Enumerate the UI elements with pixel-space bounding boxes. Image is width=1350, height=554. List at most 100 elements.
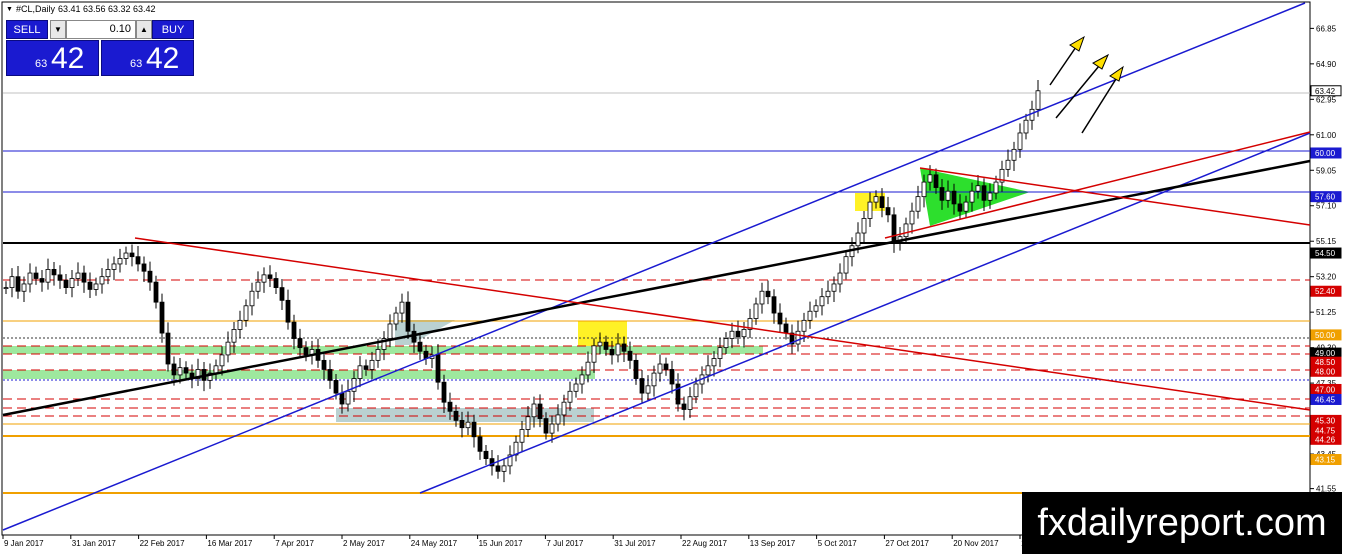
x-tick-label: 31 Jan 2017 (72, 539, 117, 548)
candle-body (627, 350, 633, 361)
candle-body (993, 181, 999, 194)
candle-body (225, 341, 231, 356)
candle-body (783, 323, 789, 334)
candle-body (213, 365, 219, 374)
candle-body (267, 274, 273, 279)
candle-body (273, 278, 279, 289)
sell-price-big: 42 (51, 42, 85, 75)
candle-body (69, 278, 75, 289)
price-tag: 48.00 (1310, 365, 1342, 377)
candle-body (891, 214, 897, 243)
ohlc-values: 63.41 63.56 63.32 63.42 (57, 4, 156, 14)
buy-button[interactable]: BUY (152, 20, 194, 39)
candle-body (687, 396, 693, 410)
x-tick-label: 2 May 2017 (343, 539, 385, 548)
candle-body (261, 274, 267, 283)
candle-body (879, 196, 885, 208)
candle-body (759, 290, 765, 305)
candle-body (909, 210, 915, 225)
candle-body (1035, 90, 1041, 110)
candle-body (153, 281, 159, 303)
candle-body (837, 272, 843, 285)
candle-body (843, 256, 849, 274)
sell-price-button[interactable]: 63 42 (6, 40, 99, 76)
candle-body (327, 369, 333, 381)
green-zone-2 (3, 370, 595, 379)
candle-body (915, 196, 921, 212)
candle-body (51, 269, 57, 276)
candle-body (777, 312, 783, 325)
candle-body (945, 190, 951, 201)
candle-body (39, 278, 45, 283)
y-tick-label: 55.15 (1316, 237, 1337, 246)
candle-body (585, 361, 591, 376)
candle-body (651, 372, 657, 387)
y-tick-label: 62.95 (1316, 95, 1337, 104)
candle-body (1017, 132, 1023, 150)
candle-body (495, 465, 501, 472)
candle-body (177, 367, 183, 376)
candle-body (387, 323, 393, 339)
candle-body (723, 338, 729, 349)
y-tick-label: 66.85 (1316, 24, 1337, 33)
candle-body (249, 290, 255, 307)
lot-size-input[interactable]: 0.10 (66, 20, 136, 39)
price-tag: 52.40 (1310, 285, 1342, 297)
lot-increase-icon[interactable]: ▲ (136, 20, 152, 39)
candle-body (255, 281, 261, 292)
price-tag: 54.50 (1310, 247, 1342, 259)
candle-body (645, 385, 651, 394)
candle-body (87, 281, 93, 290)
candle-body (831, 283, 837, 292)
candle-body (279, 287, 285, 301)
candle-body (447, 401, 453, 412)
sell-button[interactable]: SELL (6, 20, 48, 39)
candle-body (591, 345, 597, 363)
candle-body (75, 272, 81, 279)
price-tags: 63.42 60.00 57.60 54.50 52.40 50.00 49.0048.50… (1310, 85, 1342, 527)
one-click-trading-panel: SELL ▼ 0.10 ▲ BUY 63 42 63 42 (6, 20, 194, 76)
candle-body (885, 207, 891, 216)
candle-body (285, 299, 291, 323)
price-tag: 45.30 (1310, 414, 1342, 426)
price-tag-label: 45.30 (1315, 416, 1336, 425)
price-tag-label: 60.00 (1315, 149, 1336, 158)
candle-body (987, 192, 993, 201)
candle-body (525, 416, 531, 430)
candle-body (519, 429, 525, 443)
candle-body (33, 272, 39, 279)
candle-body (3, 287, 9, 290)
candle-body (297, 338, 303, 349)
candle-body (405, 301, 411, 332)
candle-body (459, 419, 465, 429)
time-axis: 9 Jan 2017 31 Jan 2017 22 Feb 2017 16 Mar 2… (2, 535, 1067, 548)
price-tag-label: 57.60 (1315, 193, 1336, 202)
candle-body (861, 218, 867, 234)
candle-body (357, 365, 363, 379)
candle-body (795, 330, 801, 345)
candle-body (237, 319, 243, 330)
dropdown-triangle-icon[interactable]: ▼ (6, 6, 13, 13)
candle-body (579, 374, 585, 385)
price-tag-label: 63.42 (1315, 87, 1336, 96)
candle-body (117, 258, 123, 265)
buy-price-button[interactable]: 63 42 (101, 40, 194, 76)
candle-body (219, 354, 225, 367)
candle-body (549, 423, 555, 434)
x-tick-label: 9 Jan 2017 (4, 539, 44, 548)
symbol-header: ▼ #CL,Daily 63.41 63.56 63.32 63.42 (6, 4, 156, 14)
watermark-logo: fxdailyreport.com (1022, 492, 1342, 554)
candle-body (441, 381, 447, 403)
sell-price-small: 63 (35, 58, 48, 70)
candle-body (27, 272, 33, 285)
candle-body (819, 296, 825, 307)
candle-body (933, 174, 939, 188)
lot-decrease-icon[interactable]: ▼ (50, 20, 66, 39)
x-tick-label: 22 Feb 2017 (140, 539, 185, 548)
y-tick-label: 51.25 (1316, 308, 1337, 317)
candle-body (15, 276, 21, 292)
candle-body (351, 378, 357, 392)
candle-body (951, 190, 957, 205)
candle-body (471, 421, 477, 438)
buy-price-big: 42 (146, 42, 180, 75)
